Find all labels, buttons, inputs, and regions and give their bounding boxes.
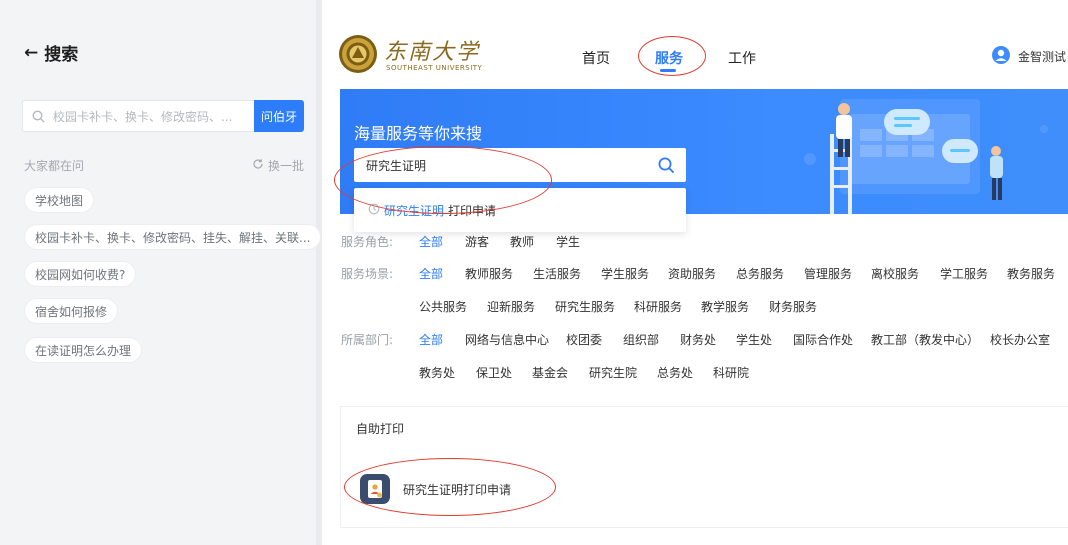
filter-dept-option[interactable]: 总务处 <box>657 364 693 381</box>
filter-scene-option[interactable]: 研究生服务 <box>555 298 615 315</box>
filter-scene-option[interactable]: 教学服务 <box>701 298 749 315</box>
nav-work[interactable]: 工作 <box>728 48 756 68</box>
filter-role-option[interactable]: 游客 <box>465 233 489 250</box>
question-chip[interactable]: 校园网如何收费? <box>24 261 137 287</box>
ask-button[interactable]: 问伯牙 <box>254 100 304 132</box>
filter-dept-option[interactable]: 国际合作处 <box>793 331 853 348</box>
logo-english-name: SOUTHEAST UNIVERSITY <box>386 64 483 72</box>
role-filter-label: 服务角色: <box>341 235 394 249</box>
filter-scene-option[interactable]: 全部 <box>419 265 443 282</box>
filter-dept-option[interactable]: 财务处 <box>680 331 716 348</box>
service-link[interactable]: 研究生证明打印申请 <box>403 481 511 498</box>
banner-illustration <box>804 99 1048 214</box>
university-emblem-icon <box>338 34 378 78</box>
question-chip[interactable]: 校园卡补卡、换卡、修改密码、挂失、解挂、关联... <box>24 224 322 250</box>
filter-dept-option[interactable]: 研究生院 <box>589 364 637 381</box>
logo-chinese-name: 东南大学 <box>384 40 481 65</box>
filter-dept-option[interactable]: 教工部（教发中心） <box>871 331 979 348</box>
search-input[interactable]: 校园卡补卡、换卡、修改密码、... 问伯牙 <box>22 100 304 132</box>
suggestion-highlight: 研究生证明 <box>384 203 445 218</box>
university-logo[interactable]: 东南大学 SOUTHEAST UNIVERSITY <box>338 34 504 78</box>
filter-scene-option[interactable]: 教师服务 <box>465 265 513 282</box>
filter-dept-option[interactable]: 学生处 <box>736 331 772 348</box>
history-icon <box>368 203 380 218</box>
certificate-print-icon[interactable] <box>360 474 390 504</box>
filter-scene-option[interactable]: 科研服务 <box>634 298 682 315</box>
filter-scene-option[interactable]: 资助服务 <box>668 265 716 282</box>
filter-scene-option[interactable]: 生活服务 <box>533 265 581 282</box>
filter-dept-option[interactable]: 基金会 <box>532 364 568 381</box>
nav-active-indicator <box>660 69 676 72</box>
filter-scene-option[interactable]: 离校服务 <box>871 265 919 282</box>
service-search-input[interactable]: 研究生证明 <box>354 148 686 182</box>
service-category-card <box>340 406 1068 528</box>
refresh-label: 换一批 <box>268 159 305 173</box>
scene-filter-label: 服务场景: <box>341 267 394 281</box>
filter-scene-option[interactable]: 财务服务 <box>769 298 817 315</box>
search-placeholder: 校园卡补卡、换卡、修改密码、... <box>53 109 233 124</box>
filter-dept-option[interactable]: 校团委 <box>566 331 602 348</box>
logo-wordmark: 东南大学 SOUTHEAST UNIVERSITY <box>384 34 504 78</box>
user-avatar-icon <box>992 46 1010 67</box>
filter-dept-option[interactable]: 全部 <box>419 331 443 348</box>
filter-dept-option[interactable]: 教务处 <box>419 364 455 381</box>
filter-scene-option[interactable]: 学工服务 <box>940 265 988 282</box>
panel-divider <box>316 0 322 545</box>
filter-dept-option[interactable]: 组织部 <box>623 331 659 348</box>
filter-dept-option[interactable]: 网络与信息中心 <box>465 331 549 348</box>
search-header: ← 搜索 <box>24 40 79 66</box>
refresh-button[interactable]: 换一批 <box>252 157 304 174</box>
search-icon[interactable] <box>646 157 686 174</box>
search-suggestion-item[interactable]: 研究生证明 打印申请 <box>354 188 686 232</box>
search-icon <box>23 109 53 123</box>
back-arrow-icon[interactable]: ← <box>24 43 38 63</box>
filter-dept-option[interactable]: 科研院 <box>713 364 749 381</box>
filter-scene-option[interactable]: 公共服务 <box>419 298 467 315</box>
refresh-icon <box>252 158 264 173</box>
question-chip[interactable]: 学校地图 <box>24 187 95 213</box>
filter-scene-option[interactable]: 教务服务 <box>1007 265 1055 282</box>
nav-home[interactable]: 首页 <box>582 48 610 68</box>
filter-role-option[interactable]: 全部 <box>419 233 443 250</box>
user-name: 金智测试 <box>1018 50 1067 64</box>
question-chip[interactable]: 在读证明怎么办理 <box>24 337 143 363</box>
filter-role-option[interactable]: 教师 <box>510 233 534 250</box>
filter-scene-option[interactable]: 总务服务 <box>736 265 784 282</box>
banner-title: 海量服务等你来搜 <box>354 124 483 143</box>
filter-role-option[interactable]: 学生 <box>556 233 580 250</box>
popular-questions-label: 大家都在问 <box>24 159 85 173</box>
category-title: 自助打印 <box>356 422 405 436</box>
search-title: 搜索 <box>44 45 79 65</box>
filter-scene-option[interactable]: 管理服务 <box>804 265 852 282</box>
filter-dept-option[interactable]: 校长办公室 <box>990 331 1050 348</box>
filter-scene-option[interactable]: 学生服务 <box>601 265 649 282</box>
suggestion-rest: 打印申请 <box>448 203 497 218</box>
filter-dept-option[interactable]: 保卫处 <box>476 364 512 381</box>
service-search-value: 研究生证明 <box>366 158 427 173</box>
filter-scene-option[interactable]: 迎新服务 <box>487 298 535 315</box>
dept-filter-label: 所属部门: <box>341 333 394 347</box>
user-menu[interactable]: 金智测试 <box>992 46 1066 67</box>
question-chip[interactable]: 宿舍如何报修 <box>24 298 119 324</box>
nav-services[interactable]: 服务 <box>655 48 683 68</box>
